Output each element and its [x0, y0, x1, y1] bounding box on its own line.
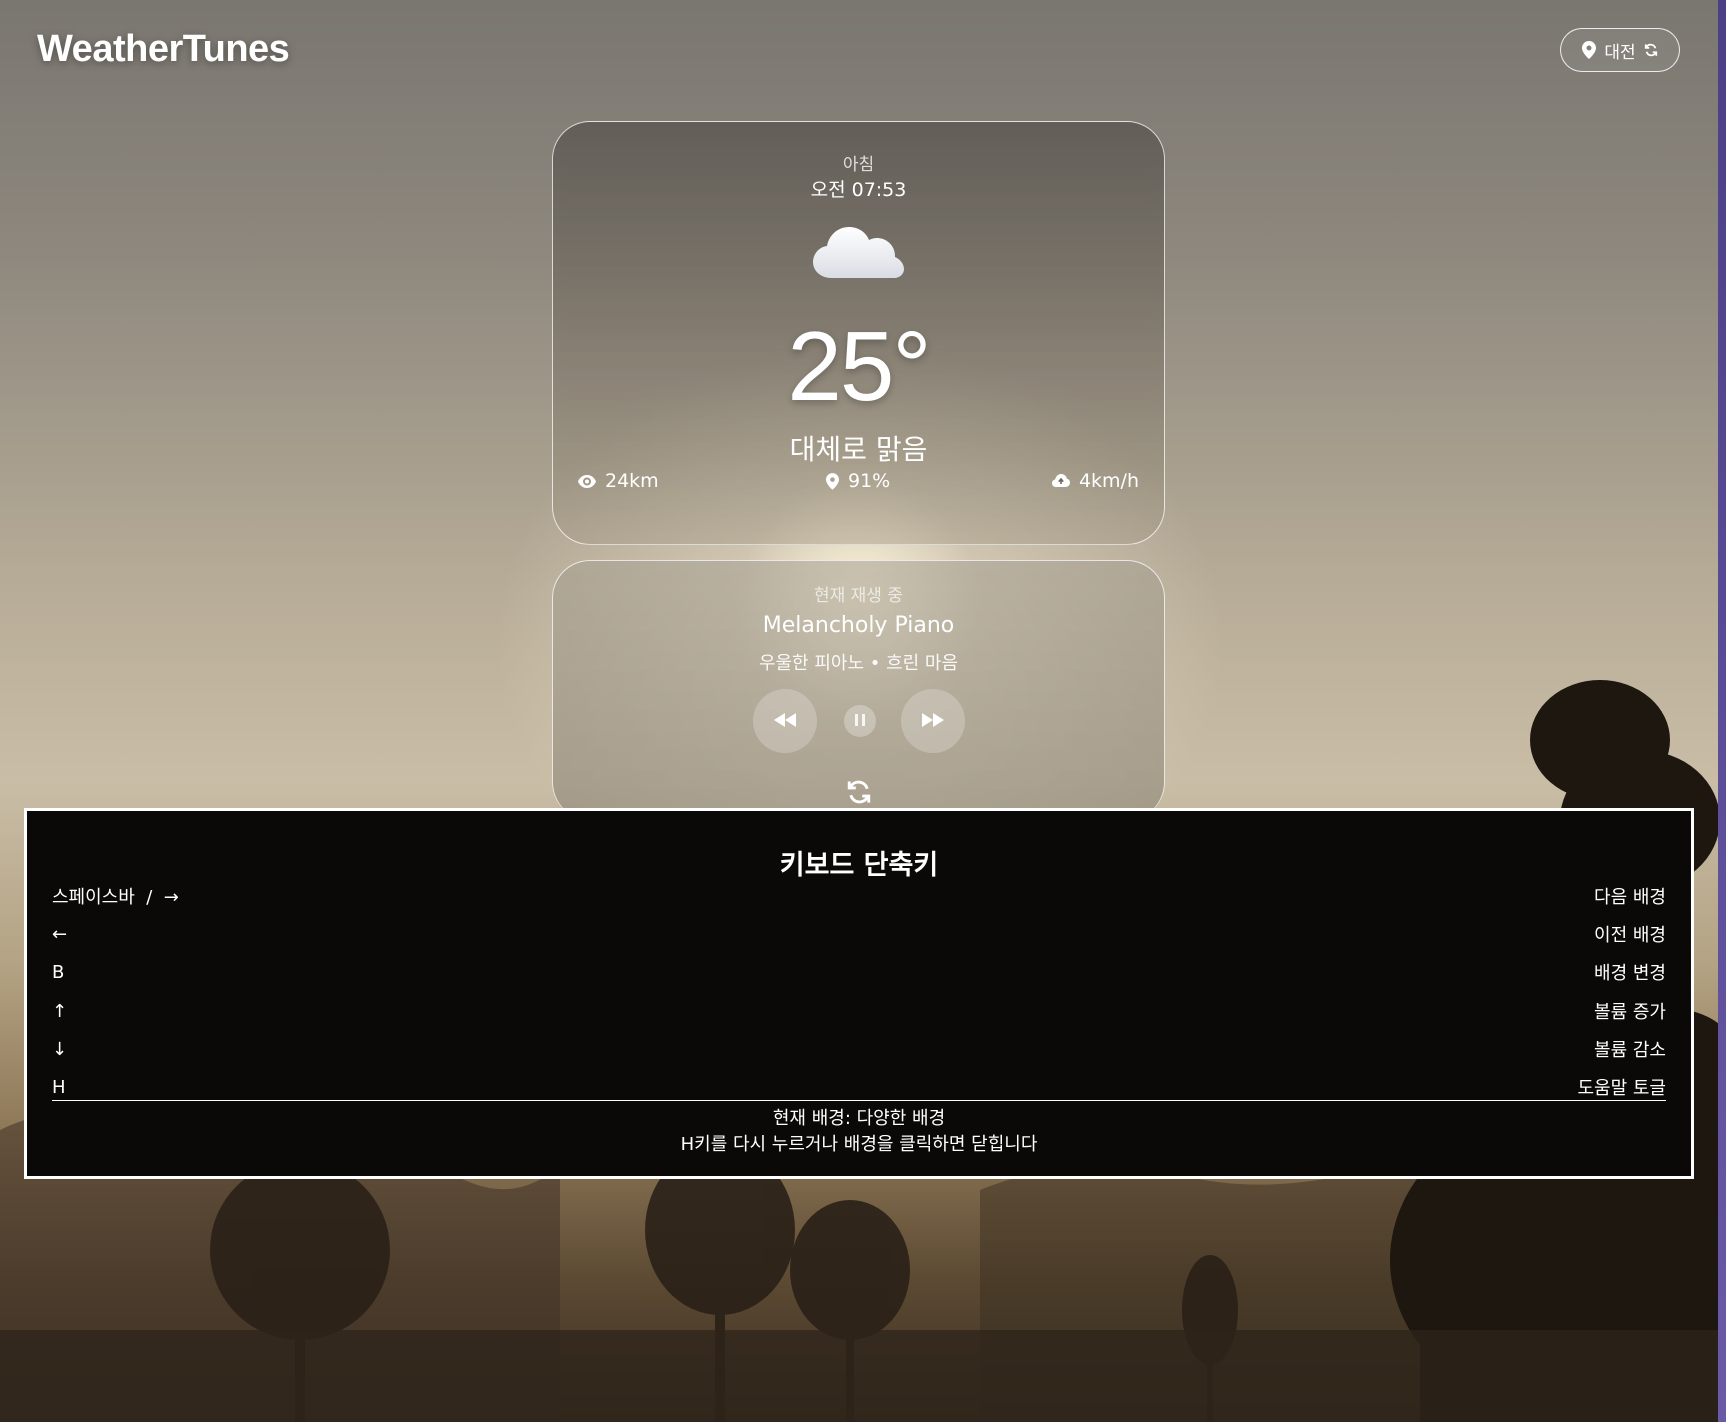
shortcut-row: B 배경 변경 [52, 957, 1666, 987]
shortcut-action: 볼륨 감소 [1594, 1040, 1666, 1061]
shortcut-action: 도움말 토글 [1577, 1078, 1666, 1099]
wind-cloud-icon [1051, 474, 1070, 488]
shortcut-key: B [52, 961, 65, 983]
shortcut-row: ↑ 볼륨 증가 [52, 996, 1666, 1026]
now-playing-label: 현재 재생 중 [813, 586, 903, 606]
current-background-text: 현재 배경: 다양한 배경 [772, 1108, 946, 1129]
shortcut-key: H [52, 1076, 66, 1098]
refresh-music-icon[interactable] [846, 779, 872, 809]
keyboard-shortcuts-dialog: 키보드 단축키 스페이스바 / → 다음 배경 ← 이전 배경 B 배경 변경 … [24, 808, 1694, 1179]
visibility-stat: 24km [578, 470, 659, 492]
location-pin-icon [1582, 41, 1597, 59]
shortcut-key: 스페이스바 / → [52, 887, 179, 908]
divider [52, 1100, 1666, 1101]
weather-card: 아침 오전 07:53 25° 대체로 맑음 24km 91% 4km/h [552, 121, 1165, 545]
close-hint-text: H키를 다시 누르거나 배경을 클릭하면 닫힙니다 [680, 1134, 1038, 1155]
eye-icon [578, 474, 596, 488]
weather-condition: 대체로 맑음 [789, 433, 928, 466]
location-button[interactable]: 대전 [1560, 28, 1680, 72]
shortcut-action: 볼륨 증가 [1594, 1002, 1666, 1023]
shortcut-row: H 도움말 토글 [52, 1072, 1666, 1102]
humidity-stat: 91% [826, 470, 890, 492]
next-button[interactable] [901, 689, 965, 753]
location-city: 대전 [1604, 42, 1636, 63]
shortcut-action: 배경 변경 [1594, 963, 1666, 984]
song-title: Melancholy Piano [762, 613, 955, 638]
visibility-value: 24km [605, 470, 659, 492]
shortcut-row: ↓ 볼륨 감소 [52, 1034, 1666, 1064]
song-description: 우울한 피아노 • 흐린 마음 [758, 653, 959, 674]
cloud-icon [811, 212, 907, 288]
humidity-value: 91% [848, 470, 891, 492]
pause-button[interactable] [844, 705, 876, 737]
shortcut-action: 다음 배경 [1594, 887, 1666, 908]
shortcuts-title: 키보드 단축키 [779, 850, 939, 881]
shortcut-key: ↓ [52, 1038, 68, 1060]
time-of-day: 아침 [842, 155, 875, 175]
fast-forward-icon [922, 712, 944, 731]
app-title: WeatherTunes [37, 28, 290, 70]
refresh-location-icon[interactable] [1644, 43, 1658, 57]
previous-button[interactable] [753, 689, 817, 753]
pause-icon [854, 712, 866, 731]
humidity-pin-icon [826, 472, 839, 490]
shortcut-row: ← 이전 배경 [52, 919, 1666, 949]
shortcut-key: ← [52, 923, 68, 945]
rewind-icon [774, 712, 796, 731]
current-time: 오전 07:53 [810, 179, 907, 201]
shortcut-key: ↑ [52, 1000, 68, 1022]
temperature: 25° [787, 311, 931, 421]
shortcut-action: 이전 배경 [1594, 925, 1666, 946]
wind-stat: 4km/h [1051, 470, 1139, 492]
shortcut-row: 스페이스바 / → 다음 배경 [52, 881, 1666, 911]
wind-value: 4km/h [1078, 470, 1139, 492]
music-player-card: 현재 재생 중 Melancholy Piano 우울한 피아노 • 흐린 마음 [552, 560, 1165, 820]
